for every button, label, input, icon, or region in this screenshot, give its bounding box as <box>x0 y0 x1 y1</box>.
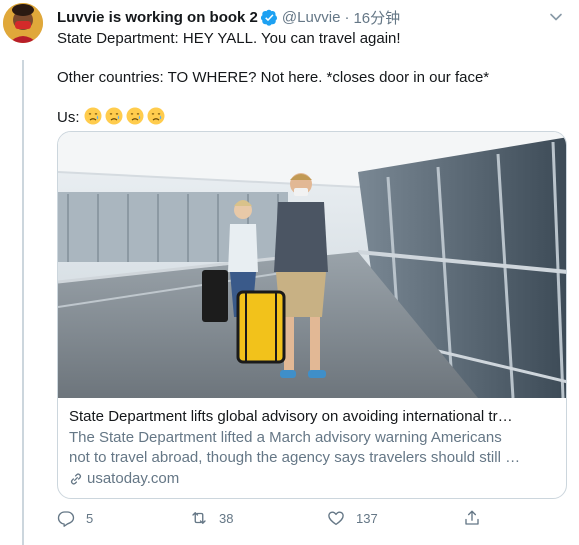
link-icon <box>69 472 83 486</box>
tweet-line-us: Us: <box>57 107 557 127</box>
tweet-line: State Department: HEY YALL. You can trav… <box>57 30 401 47</box>
timestamp[interactable]: 16分钟 <box>353 7 400 28</box>
crying-face-icon <box>126 107 144 125</box>
crying-face-icon <box>105 107 123 125</box>
like-count: 137 <box>356 510 378 526</box>
reply-button[interactable]: 5 <box>57 509 93 527</box>
handle[interactable]: @Luvvie <box>282 9 341 26</box>
card-description-line: not to travel abroad, though the agency … <box>69 449 521 466</box>
retweet-icon <box>192 512 206 524</box>
card-domain[interactable]: usatoday.com <box>69 469 555 489</box>
card-image[interactable] <box>58 132 566 398</box>
tweet-actions: 5 38 137 <box>57 509 567 531</box>
retweet-button[interactable]: 38 <box>190 509 233 527</box>
like-button[interactable]: 137 <box>327 509 378 527</box>
share-icon <box>465 510 479 525</box>
tweet-line: Other countries: TO WHERE? Not here. *cl… <box>57 69 490 86</box>
avatar[interactable] <box>3 3 43 43</box>
emoji-group <box>84 107 165 125</box>
verified-badge-icon <box>260 9 278 26</box>
retweet-count: 38 <box>219 510 234 526</box>
card-domain-text: usatoday.com <box>87 470 180 487</box>
tweet-header: Luvvie is working on book 2 @Luvvie · 16… <box>57 6 400 28</box>
card-body: State Department lifts global advisory o… <box>58 398 566 489</box>
link-card[interactable]: State Department lifts global advisory o… <box>57 131 567 499</box>
heart-icon <box>328 511 344 526</box>
tweet-line-label: Us: <box>57 109 80 126</box>
card-description: The State Department lifted a March advi… <box>69 428 555 468</box>
separator: · <box>344 8 350 26</box>
tweet-text: State Department: HEY YALL. You can trav… <box>57 29 557 127</box>
reply-count: 5 <box>86 510 94 526</box>
chevron-down-icon[interactable] <box>549 10 563 24</box>
card-description-line: The State Department lifted a March advi… <box>69 429 502 446</box>
crying-face-icon <box>84 107 102 125</box>
card-title[interactable]: State Department lifts global advisory o… <box>69 407 555 427</box>
share-button[interactable] <box>463 509 481 527</box>
crying-face-icon <box>147 107 165 125</box>
display-name[interactable]: Luvvie is working on book 2 <box>57 9 258 26</box>
thread-line <box>22 60 24 545</box>
reply-icon <box>57 511 75 527</box>
